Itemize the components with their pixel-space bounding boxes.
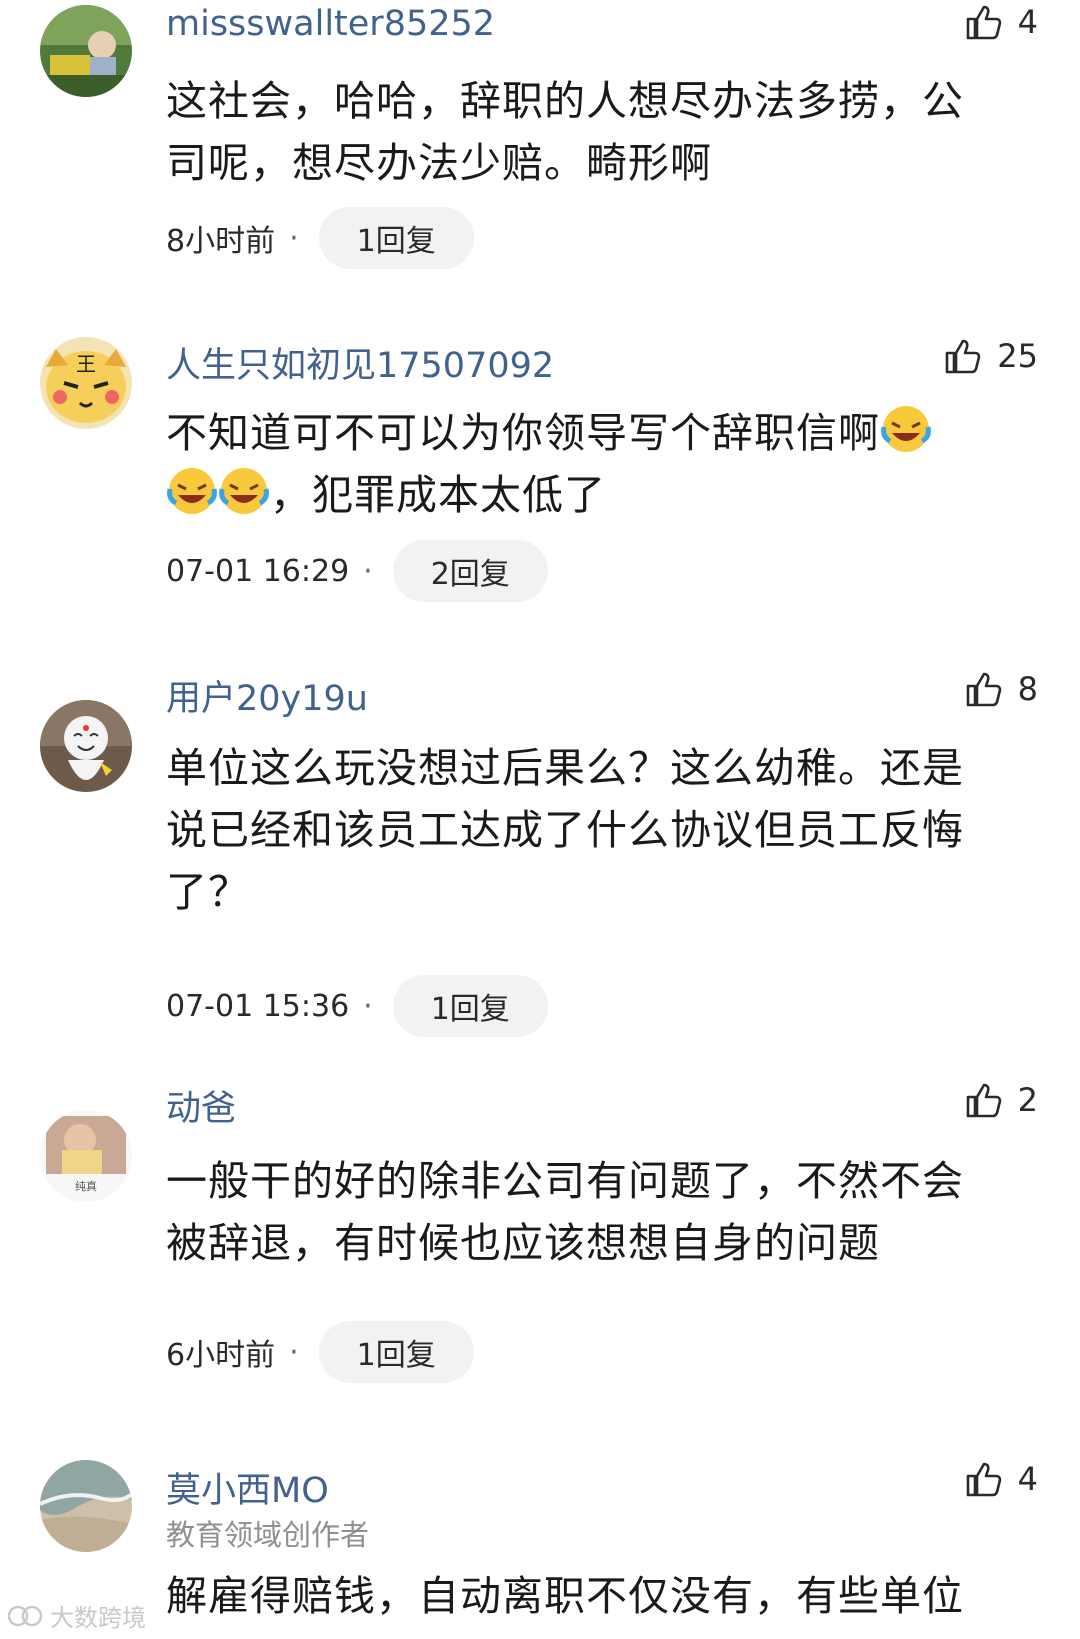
- comment-meta: 07-01 15:36 · 1回复: [166, 975, 548, 1037]
- avatar-caption: 纯真: [75, 1179, 97, 1193]
- like-count: 4: [1017, 3, 1038, 41]
- like-button[interactable]: 4: [964, 2, 1038, 42]
- watermark-text: 大数跨境: [50, 1604, 146, 1632]
- comment-text: 这社会，哈哈，辞职的人想尽办法多捞，公 司呢，想尽办法少赔。畸形啊: [166, 70, 1016, 194]
- comment-text: 一般干的好的除非公司有问题了，不然不会 被辞退，有时候也应该想想自身的问题: [166, 1150, 1016, 1274]
- comment-text-line: 解雇得赔钱，自动离职不仅没有，有些单位: [166, 1572, 964, 1620]
- comment-text-segment: 不知道可不可以为你领导写个辞职信啊: [166, 409, 880, 457]
- separator-dot: ·: [363, 988, 373, 1024]
- comment-meta: 6小时前 · 1回复: [166, 1321, 474, 1383]
- avatar[interactable]: 纯真: [40, 1110, 132, 1202]
- reply-count-button[interactable]: 1回复: [318, 207, 474, 269]
- username[interactable]: missswallter85252: [166, 4, 495, 44]
- like-button[interactable]: 25: [943, 336, 1038, 376]
- separator-dot: ·: [289, 220, 299, 256]
- username[interactable]: 用户20y19u: [166, 670, 368, 721]
- comment-text-line: 这社会，哈哈，辞职的人想尽办法多捞，公: [166, 77, 964, 125]
- watermark: 大数跨境: [6, 1598, 146, 1633]
- thumbs-up-icon: [966, 672, 1001, 707]
- comment-text-line: 被辞退，有时候也应该想想自身的问题: [166, 1219, 880, 1267]
- reply-count-button[interactable]: 1回复: [392, 975, 548, 1037]
- photo-card-avatar-icon: 纯真: [40, 1110, 132, 1202]
- comment-text-segment: ，犯罪成本太低了: [270, 471, 606, 519]
- comment-meta: 8小时前 · 1回复: [166, 207, 474, 269]
- username[interactable]: 莫小西MO: [166, 1462, 329, 1513]
- thumbs-up-icon: [966, 1462, 1001, 1497]
- author-badge: 教育领域创作者: [166, 1518, 370, 1552]
- like-button[interactable]: 8: [964, 669, 1038, 709]
- laughing-crying-emoji-icon: [881, 406, 931, 452]
- comment-text: 解雇得赔钱，自动离职不仅没有，有些单位: [166, 1565, 1016, 1627]
- comment-text-line: 单位这么玩没想过后果么？这么幼稚。还是: [166, 744, 964, 792]
- comment-meta: 07-01 16:29 · 2回复: [166, 540, 548, 602]
- separator-dot: ·: [363, 553, 373, 589]
- like-count: 25: [997, 337, 1038, 375]
- like-button[interactable]: 4: [964, 1459, 1038, 1499]
- comment-text-line: 司呢，想尽办法少赔。畸形啊: [166, 139, 712, 187]
- svg-text:王: 王: [76, 352, 96, 376]
- username[interactable]: 动爸: [166, 1080, 236, 1131]
- like-count: 8: [1017, 670, 1038, 708]
- reply-count-button[interactable]: 2回复: [392, 540, 548, 602]
- beach-photo-avatar-icon: [40, 1460, 132, 1552]
- comment-text-line: 了？: [166, 868, 250, 916]
- comment-text-line: ，犯罪成本太低了: [166, 464, 1016, 526]
- like-count: 4: [1017, 1460, 1038, 1498]
- reply-count-button[interactable]: 1回复: [318, 1321, 474, 1383]
- thumbs-up-icon: [966, 1083, 1001, 1118]
- thumbs-up-icon: [945, 339, 981, 374]
- like-button[interactable]: 2: [964, 1080, 1038, 1120]
- thumbs-up-icon: [966, 5, 1001, 40]
- avatar[interactable]: [40, 1460, 132, 1552]
- timestamp: 07-01 15:36: [166, 988, 350, 1024]
- comment-text: 不知道可不可以为你领导写个辞职信啊 ，犯罪成本太低了: [166, 402, 1016, 526]
- cartoon-cat-avatar-icon: 王: [40, 337, 132, 429]
- separator-dot: ·: [289, 1334, 299, 1370]
- watermark-logo-icon: [7, 1605, 43, 1626]
- timestamp: 8小时前: [166, 224, 276, 259]
- comment-text-line: 不知道可不可以为你领导写个辞职信啊: [166, 402, 1016, 464]
- timestamp: 6小时前: [166, 1338, 276, 1373]
- timestamp: 07-01 16:29: [166, 553, 350, 589]
- comment-text-line: 说已经和该员工达成了什么协议但员工反悔: [166, 806, 964, 854]
- username[interactable]: 人生只如初见17507092: [166, 337, 554, 388]
- comment-text: 单位这么玩没想过后果么？这么幼稚。还是 说已经和该员工达成了什么协议但员工反悔 …: [166, 737, 1016, 923]
- laughing-crying-emoji-icon: [219, 468, 269, 514]
- photo-child-avatar-icon: [40, 5, 132, 97]
- comment-text-line: 一般干的好的除非公司有问题了，不然不会: [166, 1157, 964, 1205]
- like-count: 2: [1017, 1081, 1038, 1119]
- avatar[interactable]: [40, 700, 132, 792]
- avatar[interactable]: 王: [40, 337, 132, 429]
- avatar[interactable]: [40, 5, 132, 97]
- white-doll-avatar-icon: [40, 700, 132, 792]
- laughing-crying-emoji-icon: [167, 468, 217, 514]
